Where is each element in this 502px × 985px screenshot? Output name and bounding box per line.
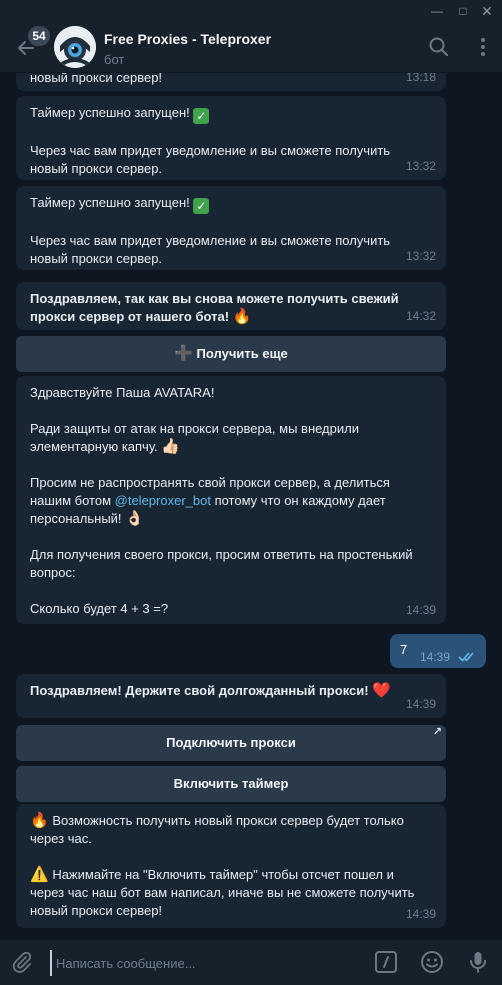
heart-emoji-icon: ❤️ bbox=[372, 682, 391, 699]
message-bubble: новый прокси сервер! 13:18 bbox=[16, 73, 446, 91]
message-input[interactable] bbox=[50, 950, 358, 976]
slash-command-icon[interactable] bbox=[374, 950, 398, 974]
message-time: 13:32 bbox=[405, 159, 436, 173]
message-bubble: Поздравляем, так как вы снова можете пол… bbox=[16, 282, 446, 330]
message-text: Поздравляем, так как вы снова можете пол… bbox=[30, 291, 399, 325]
message-text: Таймер успешно запущен! ✓ bbox=[30, 194, 434, 214]
message-bubble: Таймер успешно запущен! ✓ Через час вам … bbox=[16, 186, 446, 270]
chat-subtitle: бот bbox=[104, 52, 125, 67]
fire-emoji-icon: 🔥 bbox=[30, 812, 49, 829]
message-text: новый прокси сервер! bbox=[30, 73, 163, 85]
message-text: Таймер успешно запущен! ✓ bbox=[30, 104, 434, 124]
fire-emoji-icon: 🔥 bbox=[232, 308, 252, 325]
message-list[interactable]: новый прокси сервер! 13:18 Таймер успешн… bbox=[0, 73, 502, 939]
thumbs-up-emoji-icon: 👍🏻 bbox=[161, 438, 180, 455]
message-bubble: Поздравляем! Держите свой долгожданный п… bbox=[16, 674, 446, 718]
message-bubble: Таймер успешно запущен! ✓ Через час вам … bbox=[16, 96, 446, 180]
message-text: Просим не распространять свой прокси сер… bbox=[30, 475, 390, 527]
connect-proxy-button[interactable]: Подключить прокси ↗ bbox=[16, 725, 446, 761]
check-mark-emoji-icon: ✓ bbox=[193, 198, 210, 214]
search-icon[interactable] bbox=[428, 36, 450, 58]
outgoing-message-bubble: 7 14:39 bbox=[390, 634, 486, 668]
external-link-arrow-icon: ↗ bbox=[432, 726, 442, 738]
warning-emoji-icon: ⚠️ bbox=[30, 866, 49, 883]
bot-mention-link[interactable]: @teleproxer_bot bbox=[115, 493, 211, 508]
get-more-button[interactable]: ➕ Получить еще bbox=[16, 336, 446, 372]
message-time: 13:32 bbox=[405, 249, 436, 263]
bot-avatar[interactable] bbox=[54, 26, 96, 68]
microphone-icon[interactable] bbox=[466, 950, 490, 974]
message-text: Через час вам придет уведомление и вы см… bbox=[30, 143, 391, 176]
close-button[interactable]: ✕ bbox=[476, 2, 498, 20]
paperclip-icon[interactable] bbox=[10, 950, 34, 974]
chat-header: 54 Free Proxies - Teleproxer бот bbox=[0, 22, 502, 73]
chat-title[interactable]: Free Proxies - Teleproxer bbox=[104, 31, 271, 47]
message-time: 14:32 bbox=[405, 309, 436, 323]
kebab-menu-icon[interactable] bbox=[472, 36, 494, 58]
message-time: 13:18 bbox=[405, 73, 436, 84]
double-check-icon bbox=[458, 650, 478, 662]
message-time: 14:39 bbox=[405, 907, 436, 921]
ok-hand-emoji-icon: 👌🏻 bbox=[125, 510, 144, 527]
minimize-button[interactable]: — bbox=[426, 2, 448, 20]
message-text: Сколько будет 4 + 3 =? bbox=[30, 601, 169, 616]
plus-icon: ➕ bbox=[174, 345, 193, 362]
message-bubble: Здравствуйте Паша AVATARA! Ради защиты о… bbox=[16, 376, 446, 624]
unread-badge: 54 bbox=[28, 26, 50, 46]
message-text: Здравствуйте Паша AVATARA! bbox=[30, 385, 215, 400]
message-time: 14:39 bbox=[405, 603, 436, 617]
maximize-button[interactable]: □ bbox=[452, 2, 474, 20]
message-text: Для получения своего прокси, просим отве… bbox=[30, 547, 413, 580]
message-time: 14:39 bbox=[405, 697, 436, 711]
message-time: 14:39 bbox=[420, 650, 451, 664]
check-mark-emoji-icon: ✓ bbox=[193, 108, 210, 124]
message-text: ⚠️ Нажимайте на "Включить таймер" чтобы … bbox=[30, 866, 415, 918]
emoji-icon[interactable] bbox=[420, 950, 444, 974]
window-titlebar: — □ ✕ bbox=[0, 0, 502, 22]
message-composer bbox=[0, 939, 502, 985]
enable-timer-button[interactable]: Включить таймер bbox=[16, 766, 446, 802]
message-text: Через час вам придет уведомление и вы см… bbox=[30, 233, 391, 266]
message-text: 7 bbox=[400, 642, 408, 657]
message-text: 🔥 Возможность получить новый прокси серв… bbox=[30, 812, 404, 846]
message-bubble: 🔥 Возможность получить новый прокси серв… bbox=[16, 804, 446, 928]
message-text: Поздравляем! Держите свой долгожданный п… bbox=[30, 682, 391, 699]
message-text: Ради защиты от атак на прокси сервера, м… bbox=[30, 421, 359, 455]
